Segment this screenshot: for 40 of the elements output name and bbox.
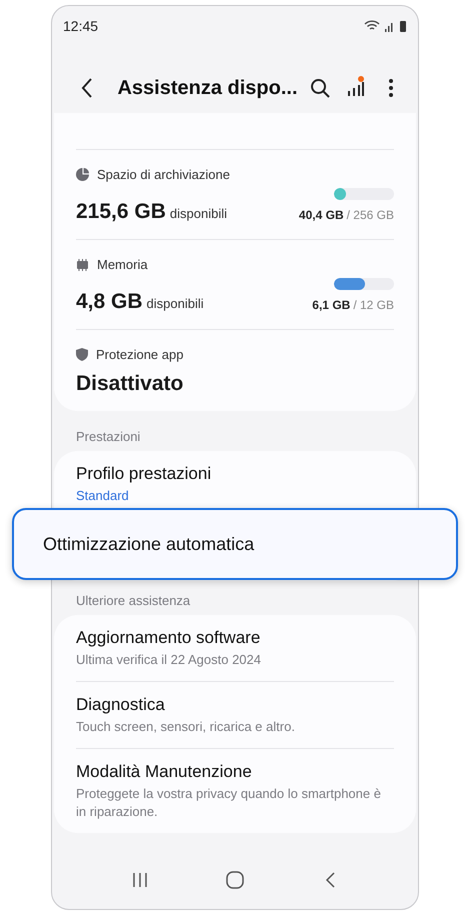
settings-item[interactable]: Aggiornamento software Ultima verifica il 22 Agosto 2024	[76, 615, 394, 681]
status-value: Disattivato	[76, 372, 184, 396]
shield-icon	[76, 348, 88, 361]
back-icon	[80, 78, 93, 98]
settings-item[interactable]: Profilo prestazioni Standard	[76, 451, 394, 507]
back-icon	[325, 872, 336, 888]
used-value: 40,4 GB	[298, 208, 344, 222]
section-title: Prestazioni	[75, 428, 142, 446]
card-label: Spazio di archiviazione	[97, 167, 230, 182]
item-title: Aggiornamento software	[76, 628, 262, 648]
item-title: Modalità Manutenzione	[76, 762, 253, 782]
settings-item[interactable]: Modalità Manutenzione Proteggete la vostra privacy quando lo smartphone è in riparazione.	[76, 748, 394, 833]
pie-chart-icon	[76, 168, 89, 181]
item-title: Diagnostica	[76, 695, 166, 715]
page-title: Assistenza dispo...	[117, 76, 298, 100]
chip-icon	[76, 258, 89, 270]
item-title: Profilo prestazioni	[76, 464, 212, 484]
status-icons	[364, 19, 408, 33]
total-value: / 12 GB	[353, 298, 394, 312]
card-label: Protezione app	[96, 347, 184, 362]
unit-label: disponibili	[146, 296, 204, 311]
item-subtitle: Proteggete la vostra privacy quando lo smartphone è in riparazione.	[76, 785, 382, 821]
used-value: 6,1 GB	[312, 298, 350, 312]
item-subtitle: Ultima verifica il 22 Agosto 2024	[76, 651, 262, 669]
recents-icon	[132, 872, 148, 888]
item-subtitle: Touch screen, sensori, ricarica e altro.	[76, 718, 296, 736]
search-icon	[310, 78, 330, 98]
settings-item[interactable]: Diagnostica Touch screen, sensori, ricarica e altro.	[76, 681, 394, 748]
signal-bars-icon	[346, 79, 365, 97]
section-title: Ulteriore assistenza	[75, 592, 192, 610]
auto-optimization-item[interactable]: Ottimizzazione automatica	[12, 508, 458, 580]
home-icon	[226, 871, 244, 889]
available-value: 215,6 GB	[76, 200, 166, 223]
total-value: / 256 GB	[346, 208, 394, 222]
status-time: 12:45	[63, 18, 98, 34]
card-label: Memoria	[97, 257, 148, 272]
available-value: 4,8 GB	[76, 290, 143, 313]
item-subtitle: Standard	[76, 487, 130, 505]
unit-label: disponibili	[170, 206, 227, 221]
more-icon	[388, 78, 394, 98]
